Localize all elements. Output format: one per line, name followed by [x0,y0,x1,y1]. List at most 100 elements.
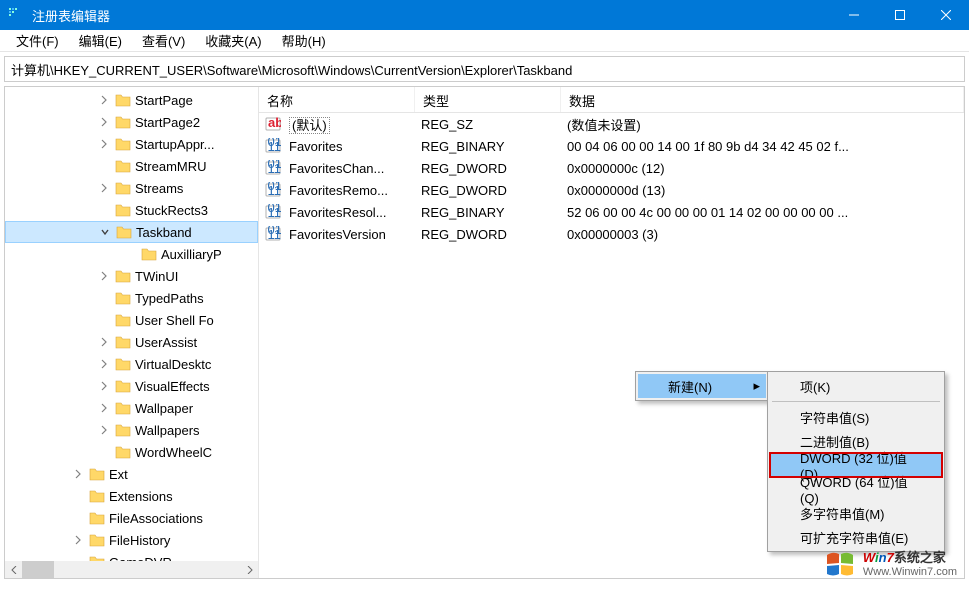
watermark: Win7系统之家 Www.Winwin7.com [823,547,957,581]
menu-item-new-label: 新建(N) [668,377,712,396]
folder-icon [115,313,131,327]
menu-favorites[interactable]: 收藏夹(A) [195,29,271,52]
tree-item-label: TypedPaths [135,291,204,306]
tree-item-fileassociations[interactable]: FileAssociations [5,507,258,529]
window-title: 注册表编辑器 [32,6,831,25]
chevron-right-icon[interactable] [97,425,111,435]
tree-item-startpage[interactable]: StartPage [5,89,258,111]
maximize-button[interactable] [877,0,923,30]
menu-separator [772,401,940,402]
svg-text:110: 110 [268,161,282,176]
menu-view[interactable]: 查看(V) [132,29,195,52]
menu-file[interactable]: 文件(F) [6,29,69,52]
tree-item-ext[interactable]: Ext [5,463,258,485]
chevron-right-icon[interactable] [97,271,111,281]
svg-text:110: 110 [268,183,282,198]
folder-icon [89,467,105,481]
tree-item-taskband[interactable]: Taskband [5,221,258,243]
tree-item-label: Taskband [136,225,192,240]
tree-item-streammru[interactable]: StreamMRU [5,155,258,177]
scroll-right-button[interactable] [241,561,258,578]
value-row[interactable]: 011110FavoritesChan...REG_DWORD0x0000000… [259,157,964,179]
horizontal-scrollbar[interactable] [5,561,258,578]
tree-item-stuckrects3[interactable]: StuckRects3 [5,199,258,221]
chevron-down-icon[interactable] [98,227,112,237]
binary-value-icon: 011110 [265,204,281,220]
value-data: 0x0000000d (13) [559,183,964,198]
tree-item-startpage2[interactable]: StartPage2 [5,111,258,133]
tree-item-streams[interactable]: Streams [5,177,258,199]
column-data[interactable]: 数据 [561,87,964,112]
svg-text:110: 110 [268,139,282,154]
chevron-right-icon[interactable] [71,469,85,479]
binary-value-icon: 011110 [265,226,281,242]
window-controls [831,0,969,30]
value-name: FavoritesResol... [281,205,413,220]
tree-item-auxilliarypins[interactable]: AuxilliaryP [5,243,258,265]
folder-icon [115,269,131,283]
folder-icon [115,203,131,217]
chevron-right-icon[interactable] [97,95,111,105]
tree-item-label: StreamMRU [135,159,207,174]
tree-item-virtualdesktops[interactable]: VirtualDesktc [5,353,258,375]
tree-item-filehistory[interactable]: FileHistory [5,529,258,551]
folder-icon [115,423,131,437]
minimize-button[interactable] [831,0,877,30]
folder-icon [89,489,105,503]
tree-item-wallpapers[interactable]: Wallpapers [5,419,258,441]
tree-item-wallpaper[interactable]: Wallpaper [5,397,258,419]
folder-icon [115,291,131,305]
chevron-right-icon[interactable] [97,183,111,193]
chevron-right-icon[interactable] [97,117,111,127]
menu-item-string[interactable]: 字符串值(S) [770,405,942,429]
menu-item-qword[interactable]: QWORD (64 位)值(Q) [770,477,942,501]
value-row[interactable]: 011110FavoritesResol...REG_BINARY52 06 0… [259,201,964,223]
tree-item-twinui[interactable]: TWinUI [5,265,258,287]
value-row[interactable]: 011110FavoritesRemo...REG_DWORD0x0000000… [259,179,964,201]
tree-item-startupapproved[interactable]: StartupAppr... [5,133,258,155]
scroll-track[interactable] [22,561,241,578]
value-data: 52 06 00 00 4c 00 00 00 01 14 02 00 00 0… [559,205,964,220]
tree-item-label: AuxilliaryP [161,247,222,262]
menu-edit[interactable]: 编辑(E) [69,29,132,52]
chevron-right-icon[interactable] [97,381,111,391]
tree-item-label: StartPage2 [135,115,200,130]
value-data: 0x0000000c (12) [559,161,964,176]
chevron-right-icon[interactable] [97,359,111,369]
menu-help[interactable]: 帮助(H) [272,29,336,52]
tree-item-label: User Shell Fo [135,313,214,328]
menu-item-key[interactable]: 项(K) [770,374,942,398]
tree-item-user-shell-folders[interactable]: User Shell Fo [5,309,258,331]
main-area: StartPage StartPage2 StartupAppr... StreamM… [4,86,965,579]
chevron-right-icon[interactable] [71,535,85,545]
svg-text:ab: ab [268,116,281,130]
tree-item-label: StartupAppr... [135,137,215,152]
menu-item-new[interactable]: 新建(N) ▸ [638,374,766,398]
value-name: (默认) [281,115,413,134]
value-row[interactable]: ab(默认)REG_SZ(数值未设置) [259,113,964,135]
column-type[interactable]: 类型 [415,87,561,112]
value-type: REG_SZ [413,117,559,132]
value-type: REG_DWORD [413,183,559,198]
folder-icon [116,225,132,239]
value-name: FavoritesRemo... [281,183,413,198]
chevron-right-icon[interactable] [97,139,111,149]
chevron-right-icon[interactable] [97,337,111,347]
scroll-left-button[interactable] [5,561,22,578]
folder-icon [115,357,131,371]
tree-item-wordwheelquery[interactable]: WordWheelC [5,441,258,463]
column-name[interactable]: 名称 [259,87,415,112]
close-button[interactable] [923,0,969,30]
scroll-thumb[interactable] [22,561,54,578]
tree-item-extensions[interactable]: Extensions [5,485,258,507]
tree-item-visualeffects[interactable]: VisualEffects [5,375,258,397]
tree-item-typedpaths[interactable]: TypedPaths [5,287,258,309]
value-row[interactable]: 011110FavoritesVersionREG_DWORD0x0000000… [259,223,964,245]
value-row[interactable]: 011110FavoritesREG_BINARY00 04 06 00 00 … [259,135,964,157]
value-type: REG_BINARY [413,205,559,220]
menu-item-expandstring[interactable]: 可扩充字符串值(E) [770,525,942,549]
list-pane: 名称 类型 数据 ab(默认)REG_SZ(数值未设置)011110Favori… [259,87,964,578]
address-bar[interactable]: 计算机\HKEY_CURRENT_USER\Software\Microsoft… [4,56,965,82]
chevron-right-icon[interactable] [97,403,111,413]
tree-item-userassist[interactable]: UserAssist [5,331,258,353]
